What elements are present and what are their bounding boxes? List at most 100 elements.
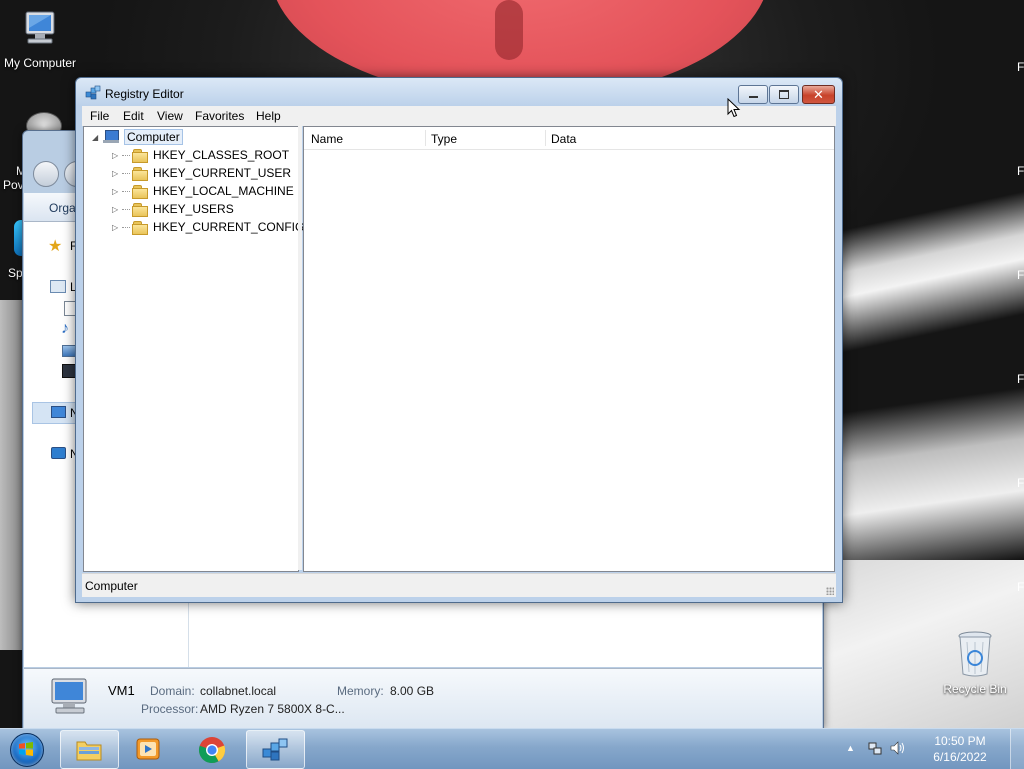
domain-label: Domain: — [150, 684, 195, 698]
tree-item-label: HKEY_CURRENT_CONFIG — [153, 220, 305, 234]
music-icon: ♪ — [61, 320, 69, 337]
close-button[interactable]: ✕ — [802, 85, 835, 104]
expand-icon[interactable]: ▷ — [112, 205, 122, 214]
menu-edit[interactable]: Edit — [123, 109, 144, 123]
computer-icon — [48, 677, 92, 717]
menu-help[interactable]: Help — [256, 109, 281, 123]
computer-name: VM1 — [108, 683, 135, 698]
pane-splitter[interactable] — [298, 126, 302, 570]
windows-logo-icon — [19, 742, 33, 756]
tree-item-hkey-local-machine[interactable]: ▷ HKEY_LOCAL_MACHINE — [112, 182, 294, 200]
edge-letter: F — [1017, 372, 1024, 386]
wallpaper-record-hole — [495, 0, 523, 60]
taskbar-regedit-button[interactable] — [246, 730, 305, 769]
taskbar-explorer-button[interactable] — [60, 730, 119, 769]
desktop-icon-label: Recycle Bin — [943, 682, 1007, 696]
menu-file[interactable]: File — [90, 109, 109, 123]
column-name[interactable]: Name — [311, 132, 343, 146]
clock-time: 10:50 PM — [934, 734, 986, 748]
organize-button[interactable]: Orga — [49, 201, 76, 215]
tree-item-computer[interactable]: ◢ Computer — [92, 128, 183, 146]
show-hidden-icons-button[interactable]: ▲ — [846, 743, 855, 753]
column-divider[interactable] — [545, 130, 546, 146]
tree-item-label: HKEY_LOCAL_MACHINE — [153, 184, 294, 198]
media-player-icon — [134, 736, 162, 762]
minimize-icon — [739, 86, 767, 103]
registry-tree-pane[interactable]: ◢ Computer ▷ HKEY_CLASSES_ROOT ▷ HKEY_CU… — [83, 126, 304, 572]
processor-value: AMD Ryzen 7 5800X 8-C... — [200, 702, 345, 716]
network-icon[interactable] — [868, 742, 882, 755]
tree-item-label: Computer — [124, 129, 183, 145]
details-pane: VM1 Domain: collabnet.local Memory: 8.00… — [24, 668, 822, 728]
expand-icon[interactable]: ▷ — [112, 187, 122, 196]
start-button[interactable] — [4, 731, 48, 767]
back-button[interactable] — [33, 161, 59, 187]
expand-icon[interactable]: ▷ — [112, 223, 122, 232]
clock[interactable]: 10:50 PM 6/16/2022 — [920, 733, 1000, 765]
recycle-bin-icon — [953, 630, 997, 678]
library-icon — [50, 280, 66, 293]
taskbar: ▲ 10:50 PM 6/16/2022 — [0, 728, 1024, 769]
taskbar-chrome-button[interactable] — [184, 730, 241, 767]
collapse-icon[interactable]: ◢ — [92, 133, 102, 142]
registry-icon — [261, 737, 289, 763]
minimize-button[interactable] — [738, 85, 768, 104]
restore-button[interactable] — [769, 85, 799, 104]
folder-icon — [132, 148, 148, 163]
folder-icon — [132, 202, 148, 217]
desktop-icon-my-computer[interactable]: My Computer — [0, 8, 80, 70]
edge-letter: F — [1017, 164, 1024, 178]
edge-letter: F — [1017, 476, 1024, 490]
computer-icon — [51, 406, 66, 418]
folder-icon — [132, 184, 148, 199]
desktop-icon-label: Sp — [8, 266, 23, 280]
edge-letter: F — [1017, 580, 1024, 594]
computer-icon — [102, 130, 120, 144]
memory-value: 8.00 GB — [390, 684, 435, 698]
close-icon: ✕ — [813, 86, 824, 102]
folder-icon — [132, 220, 148, 235]
taskbar-media-player-button[interactable] — [120, 730, 177, 767]
column-divider[interactable] — [425, 130, 426, 146]
clock-date: 6/16/2022 — [933, 750, 987, 764]
registry-icon — [85, 85, 101, 101]
restore-icon — [770, 86, 798, 103]
menu-view[interactable]: View — [157, 109, 183, 123]
show-desktop-button[interactable] — [1010, 729, 1024, 769]
nav-item-network[interactable]: N — [48, 446, 79, 462]
volume-icon[interactable] — [890, 741, 906, 755]
tree-item-hkey-current-config[interactable]: ▷ HKEY_CURRENT_CONFIG — [112, 218, 304, 236]
processor-label: Processor: — [141, 702, 199, 716]
edge-letter: F — [1017, 268, 1024, 282]
nav-item-libraries[interactable]: L — [48, 279, 78, 295]
tree-item-hkey-users[interactable]: ▷ HKEY_USERS — [112, 200, 234, 218]
column-data[interactable]: Data — [551, 132, 576, 146]
status-path: Computer — [85, 579, 138, 593]
column-type[interactable]: Type — [431, 132, 457, 146]
domain-value: collabnet.local — [200, 684, 277, 698]
network-icon — [51, 447, 66, 459]
folder-icon — [75, 737, 103, 763]
desktop-icon-recycle-bin[interactable]: Recycle Bin — [935, 630, 1015, 696]
window-title: Registry Editor — [105, 87, 184, 101]
menu-favorites[interactable]: Favorites — [195, 109, 244, 123]
registry-values-pane[interactable]: Name Type Data — [303, 126, 835, 572]
status-bar: Computer — [82, 573, 836, 597]
nav-item-favorites[interactable]: ★ F — [48, 238, 78, 255]
tree-item-label: HKEY_USERS — [153, 202, 234, 216]
nav-item-computer[interactable]: N — [48, 405, 79, 421]
column-header: Name Type Data — [304, 127, 834, 150]
tree-item-hkey-current-user[interactable]: ▷ HKEY_CURRENT_USER — [112, 164, 291, 182]
resize-grip[interactable] — [826, 587, 834, 595]
expand-icon[interactable]: ▷ — [112, 151, 122, 160]
expand-icon[interactable]: ▷ — [112, 169, 122, 178]
tree-item-hkey-classes-root[interactable]: ▷ HKEY_CLASSES_ROOT — [112, 146, 289, 164]
computer-icon — [18, 8, 62, 52]
tree-item-label: HKEY_CURRENT_USER — [153, 166, 292, 180]
registry-editor-window[interactable]: Registry Editor ✕ File Edit View Favorit… — [75, 77, 843, 603]
folder-icon — [132, 166, 148, 181]
star-icon: ★ — [48, 238, 63, 255]
desktop-icon-label: My Computer — [3, 56, 77, 70]
memory-label: Memory: — [337, 684, 384, 698]
desktop-icon-label: Pov — [3, 178, 24, 192]
